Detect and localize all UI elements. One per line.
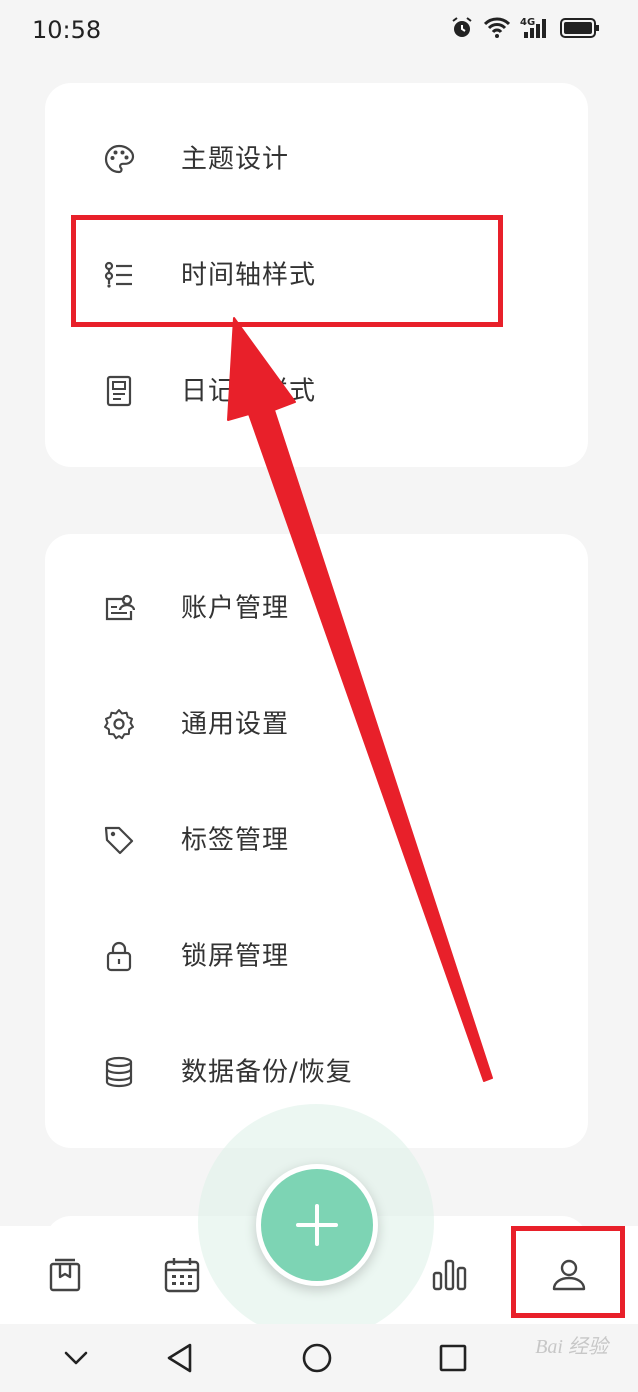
signal-4g-icon: 4G xyxy=(520,17,546,38)
alarm-icon xyxy=(452,17,472,37)
stats-bar-icon xyxy=(432,1259,467,1291)
svg-text:4G: 4G xyxy=(520,17,535,28)
menu-item-tag-management[interactable]: 标签管理 xyxy=(45,782,588,898)
menu-item-general-settings[interactable]: 通用设置 xyxy=(45,666,588,782)
plus-icon xyxy=(296,1204,338,1246)
menu-item-label: 锁屏管理 xyxy=(181,941,290,972)
status-time: 10:58 xyxy=(32,16,102,44)
sys-collapse-button[interactable] xyxy=(56,1338,96,1378)
database-icon xyxy=(105,1056,133,1088)
chevron-down-icon xyxy=(64,1351,88,1365)
general-settings-card: 账户管理 通用设置 标签管理 锁屏管理 数据备份/恢复 xyxy=(45,534,588,1148)
menu-item-label: 账户管理 xyxy=(181,593,290,624)
account-card-icon xyxy=(105,594,135,621)
recents-square-icon xyxy=(439,1344,467,1372)
diary-book-icon xyxy=(49,1258,81,1292)
home-circle-icon xyxy=(302,1343,332,1373)
palette-icon xyxy=(104,144,135,174)
tag-icon xyxy=(104,826,134,855)
sys-recents-button[interactable] xyxy=(433,1338,473,1378)
wifi-icon xyxy=(484,17,510,38)
calendar-icon xyxy=(164,1258,200,1293)
lock-icon xyxy=(106,941,132,972)
menu-item-label: 标签管理 xyxy=(181,825,290,856)
menu-item-label: 主题设计 xyxy=(181,144,290,175)
annotation-highlight-box-profile xyxy=(511,1226,625,1318)
annotation-highlight-box xyxy=(71,215,503,327)
nav-diary[interactable] xyxy=(10,1226,120,1324)
gear-icon xyxy=(104,709,134,740)
status-bar: 10:58 4G xyxy=(0,0,638,64)
battery-icon xyxy=(560,18,599,38)
watermark: Bai 经验 xyxy=(535,1336,608,1358)
menu-item-account-management[interactable]: 账户管理 xyxy=(45,550,588,666)
document-page-icon xyxy=(106,375,132,407)
back-triangle-icon xyxy=(167,1343,192,1373)
menu-item-theme-design[interactable]: 主题设计 xyxy=(45,101,588,217)
sys-home-button[interactable] xyxy=(297,1338,337,1378)
add-entry-button[interactable] xyxy=(256,1164,378,1286)
status-icons: 4G xyxy=(450,16,600,40)
menu-item-label: 通用设置 xyxy=(181,709,290,740)
menu-item-label: 日记页样式 xyxy=(181,376,317,407)
menu-item-diary-page-style[interactable]: 日记页样式 xyxy=(45,333,588,449)
menu-item-label: 数据备份/恢复 xyxy=(181,1057,353,1088)
menu-item-lock-screen[interactable]: 锁屏管理 xyxy=(45,898,588,1014)
sys-back-button[interactable] xyxy=(160,1338,200,1378)
